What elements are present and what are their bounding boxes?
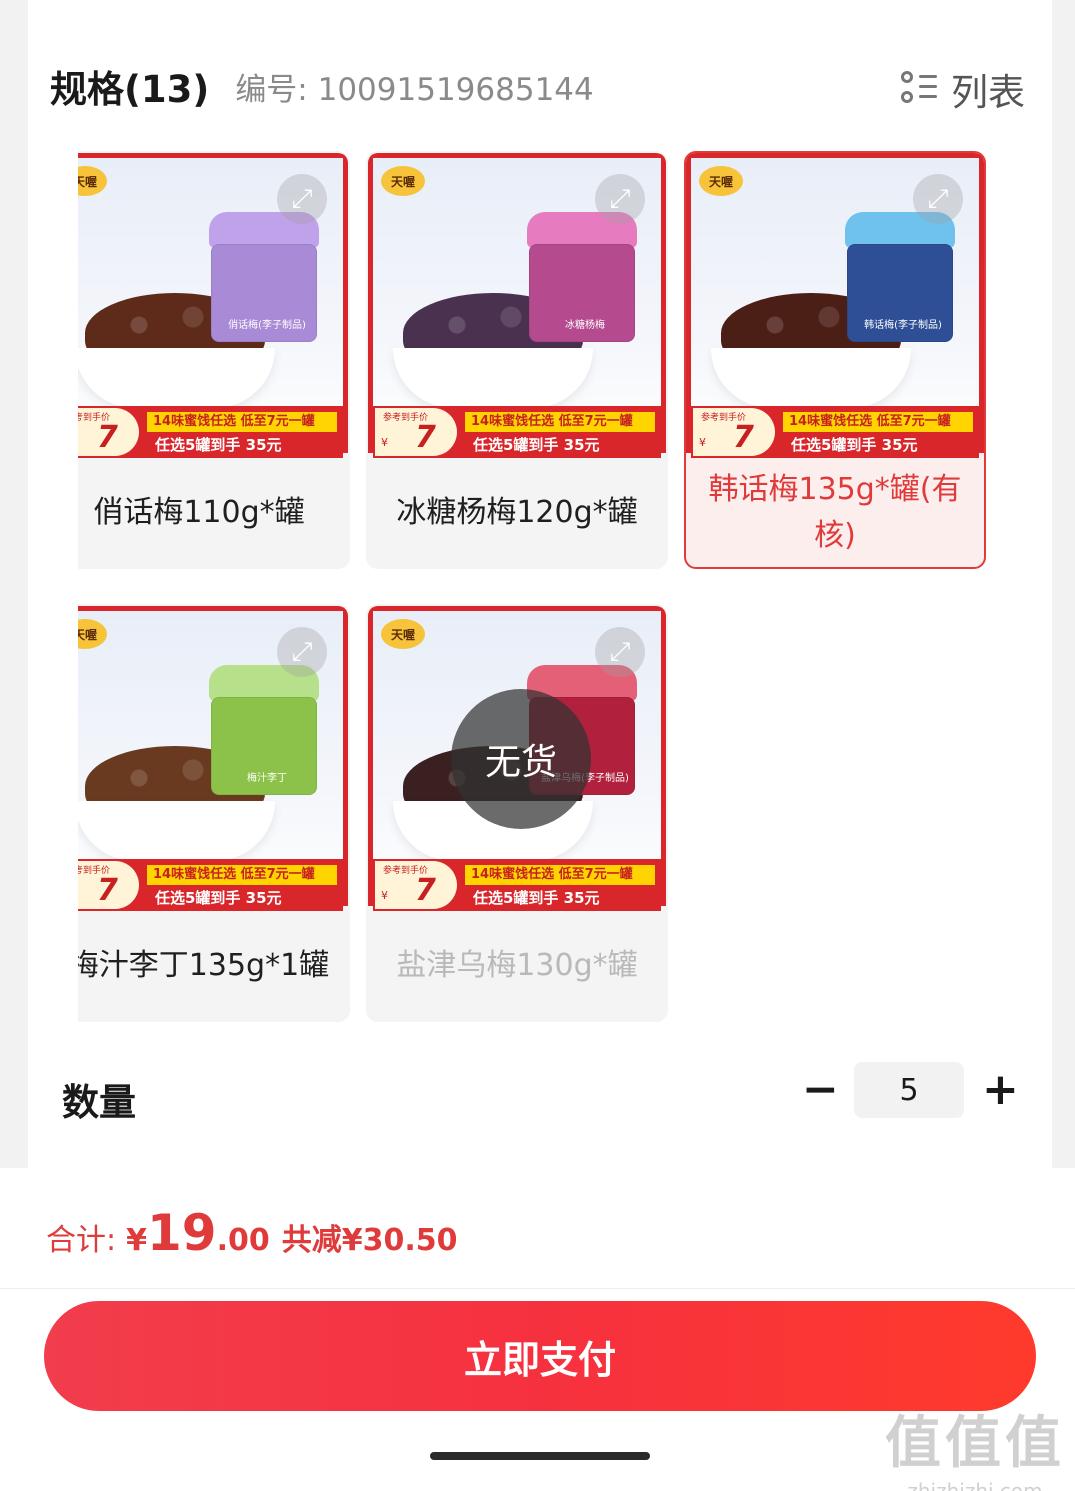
- variant-image: 天喔 梅汁李丁 ⤢ 参考到手价 ¥ 7 14味蜜饯任选 低至7元一罐: [78, 606, 348, 911]
- expand-icon[interactable]: ⤢: [277, 174, 327, 224]
- total-decimal: .00: [216, 1223, 270, 1258]
- promo-line-2: 任选5罐到手 35元: [155, 889, 282, 907]
- expand-icon[interactable]: ⤢: [277, 627, 327, 677]
- promo-banner: 参考到手价 ¥ 7 14味蜜饯任选 低至7元一罐 任选5罐到手 35元: [691, 406, 979, 458]
- ref-price-value: 7: [415, 873, 436, 908]
- increase-button[interactable]: +: [982, 1068, 1019, 1116]
- jar-body: 俏话梅(李子制品): [211, 244, 317, 342]
- pay-now-button[interactable]: 立即支付: [44, 1301, 1036, 1411]
- watermark: 值值值 zhizhizhi.com: [885, 1398, 1065, 1491]
- total-label: 合计:: [46, 1223, 117, 1258]
- promo-line-1: 14味蜜饯任选 低至7元一罐: [147, 412, 337, 432]
- promo-line-1: 14味蜜饯任选 低至7元一罐: [147, 865, 337, 885]
- variant-name: 韩话梅135g*罐(有核): [708, 472, 962, 553]
- ref-price-currency: ¥: [381, 436, 388, 449]
- watermark-logo: 值值值: [885, 1411, 1065, 1476]
- ref-price-value: 7: [97, 873, 118, 908]
- watermark-site: zhizhizhi.com: [907, 1479, 1043, 1491]
- ref-price-value: 7: [415, 420, 436, 455]
- promo-line-1: 14味蜜饯任选 低至7元一罐: [783, 412, 973, 432]
- sold-out-badge: 无货: [451, 689, 591, 829]
- variant-name: 冰糖杨梅120g*罐: [396, 495, 638, 530]
- variant-name: 俏话梅110g*罐: [93, 495, 305, 530]
- product-jar: 梅汁李丁: [209, 665, 319, 795]
- promo-line-2: 任选5罐到手 35元: [473, 889, 600, 907]
- list-icon: [901, 71, 937, 107]
- list-label: 列表: [951, 71, 1025, 114]
- spec-header: 规格(13) 编号: 10091519685144 列表: [50, 58, 1025, 114]
- jar-body: 韩话梅(李子制品): [847, 244, 953, 342]
- ref-price-value: 7: [733, 420, 754, 455]
- jar-label: 韩话梅(李子制品): [864, 320, 942, 331]
- decrease-button[interactable]: −: [802, 1068, 839, 1116]
- product-jar: 俏话梅(李子制品): [209, 212, 319, 342]
- expand-icon[interactable]: ⤢: [595, 627, 645, 677]
- ref-price-tag: 参考到手价 ¥ 7: [375, 861, 457, 909]
- ref-price-currency: ¥: [381, 889, 388, 902]
- ref-price-tag: 参考到手价 ¥ 7: [693, 408, 775, 456]
- brand-logo: 天喔: [78, 166, 107, 196]
- ref-price-tag: 参考到手价 ¥ 7: [78, 861, 139, 909]
- ref-price-tag: 参考到手价 ¥ 7: [375, 408, 457, 456]
- promo-banner: 参考到手价 ¥ 7 14味蜜饯任选 低至7元一罐 任选5罐到手 35元: [78, 406, 343, 458]
- promo-banner: 参考到手价 ¥ 7 14味蜜饯任选 低至7元一罐 任选5罐到手 35元: [373, 859, 661, 911]
- ref-price-tag: 参考到手价 ¥ 7: [78, 408, 139, 456]
- brand-logo: 天喔: [699, 166, 743, 196]
- variant-card[interactable]: 天喔 冰糖杨梅 ⤢ 参考到手价 ¥ 7 14味蜜饯任选 低至7元一罐 任选5罐到…: [366, 151, 668, 569]
- bowl: [711, 348, 911, 408]
- product-jar: 韩话梅(李子制品): [845, 212, 955, 342]
- variant-image: 天喔 俏话梅(李子制品) ⤢ 参考到手价 ¥ 7 14味蜜饯任选 低: [78, 153, 348, 458]
- variant-card: 天喔 盐津乌梅(李子制品) ⤢ 参考到手价 ¥ 7 14味蜜饯任选: [366, 604, 668, 1022]
- quantity-input[interactable]: 5: [854, 1062, 964, 1118]
- total-currency: ¥: [126, 1223, 147, 1258]
- promo-line-1: 14味蜜饯任选 低至7元一罐: [465, 412, 655, 432]
- jar-label: 俏话梅(李子制品): [228, 320, 306, 331]
- variant-card[interactable]: 天喔 梅汁李丁 ⤢ 参考到手价 ¥ 7 14味蜜饯任选 低至7元一罐: [78, 604, 350, 1022]
- brand-logo: 天喔: [78, 619, 107, 649]
- spec-code: 编号: 10091519685144: [235, 71, 594, 108]
- spec-title: 规格(13): [50, 68, 210, 111]
- expand-icon[interactable]: ⤢: [913, 174, 963, 224]
- variant-card[interactable]: 天喔 韩话梅(李子制品) ⤢ 参考到手价 ¥ 7 14味蜜饯任选 低至7元一罐 …: [684, 151, 986, 569]
- jar-label: 冰糖杨梅: [565, 320, 605, 331]
- ref-price-currency: ¥: [699, 436, 706, 449]
- jar-label: 梅汁李丁: [247, 773, 287, 784]
- list-view-toggle[interactable]: 列表: [901, 62, 1025, 116]
- brand-logo: 天喔: [381, 619, 425, 649]
- expand-icon[interactable]: ⤢: [595, 174, 645, 224]
- ref-price-value: 7: [97, 420, 118, 455]
- total-discount: 共减¥30.50: [281, 1223, 458, 1258]
- variant-card[interactable]: 天喔 俏话梅(李子制品) ⤢ 参考到手价 ¥ 7 14味蜜饯任选 低: [78, 151, 350, 569]
- variant-name: 盐津乌梅130g*罐: [396, 948, 638, 983]
- total-row: 合计: ¥ 19 .00 共减¥30.50: [46, 1204, 458, 1262]
- quantity-row: 数量 − 5 +: [62, 1062, 1022, 1124]
- variant-image: 天喔 冰糖杨梅 ⤢ 参考到手价 ¥ 7 14味蜜饯任选 低至7元一罐 任选5罐到…: [368, 153, 666, 458]
- footer-divider: [0, 1288, 1075, 1289]
- promo-banner: 参考到手价 ¥ 7 14味蜜饯任选 低至7元一罐 任选5罐到手 35元: [78, 859, 343, 911]
- home-indicator[interactable]: [430, 1452, 650, 1460]
- promo-line-1: 14味蜜饯任选 低至7元一罐: [465, 865, 655, 885]
- variant-grid: 天喔 俏话梅(李子制品) ⤢ 参考到手价 ¥ 7 14味蜜饯任选 低: [78, 151, 998, 1031]
- jar-body: 冰糖杨梅: [529, 244, 635, 342]
- quantity-label: 数量: [62, 1081, 136, 1124]
- total-integer: 19: [146, 1204, 217, 1262]
- bowl: [393, 348, 593, 408]
- checkout-footer: 合计: ¥ 19 .00 共减¥30.50 立即支付 值值值 zhizhizhi…: [0, 1168, 1075, 1491]
- product-jar: 冰糖杨梅: [527, 212, 637, 342]
- bowl: [78, 801, 275, 861]
- promo-line-2: 任选5罐到手 35元: [791, 436, 918, 454]
- variant-image: 天喔 盐津乌梅(李子制品) ⤢ 参考到手价 ¥ 7 14味蜜饯任选: [368, 606, 666, 911]
- brand-logo: 天喔: [381, 166, 425, 196]
- variant-image: 天喔 韩话梅(李子制品) ⤢ 参考到手价 ¥ 7 14味蜜饯任选 低至7元一罐 …: [686, 153, 984, 458]
- variant-name: 梅汁李丁135g*1罐: [78, 948, 330, 983]
- bowl: [78, 348, 275, 408]
- promo-line-2: 任选5罐到手 35元: [473, 436, 600, 454]
- jar-body: 梅汁李丁: [211, 697, 317, 795]
- promo-banner: 参考到手价 ¥ 7 14味蜜饯任选 低至7元一罐 任选5罐到手 35元: [373, 406, 661, 458]
- promo-line-2: 任选5罐到手 35元: [155, 436, 282, 454]
